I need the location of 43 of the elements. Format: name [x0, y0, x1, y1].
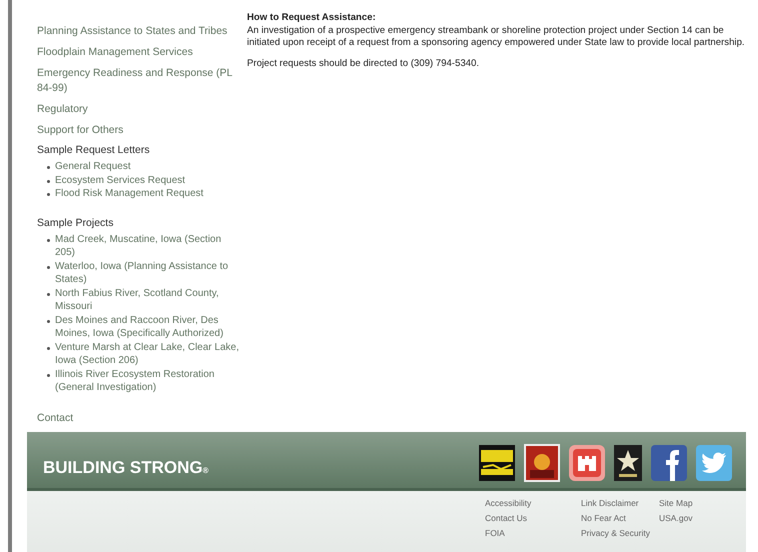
- footer-link[interactable]: Link Disclaimer: [581, 496, 659, 510]
- footer-link[interactable]: Privacy & Security: [581, 526, 659, 540]
- sidebar-link[interactable]: Floodplain Management Services: [37, 45, 239, 60]
- facebook-icon[interactable]: [651, 444, 687, 480]
- footer-link[interactable]: Accessibility: [485, 496, 581, 510]
- bullet-icon: [47, 346, 50, 350]
- brand-slogan: BUILDING STRONG®: [43, 458, 209, 478]
- bullet-icon: [47, 266, 50, 268]
- sidebar-link[interactable]: Regulatory: [37, 102, 239, 117]
- footer-link[interactable]: Site Map: [659, 496, 709, 510]
- bullet-icon: [47, 292, 50, 296]
- list-link[interactable]: North Fabius River, Scotland County, Missouri: [55, 286, 239, 314]
- bullet-icon: [47, 238, 50, 242]
- list-link[interactable]: General Request: [55, 160, 131, 174]
- bullet-icon: [47, 180, 50, 182]
- list-link[interactable]: Venture Marsh at Clear Lake, Clear Lake, Iowa (Section 206): [55, 340, 239, 368]
- list-link[interactable]: Illinois River Ecosystem Restoration (General Investigation): [55, 368, 239, 394]
- footer-link[interactable]: USA.gov: [659, 510, 709, 526]
- footer-link[interactable]: FOIA: [485, 526, 581, 540]
- bullet-icon: [47, 193, 50, 196]
- list-link[interactable]: Ecosystem Services Request: [55, 174, 186, 187]
- section-heading: How to Request Assistance:: [247, 12, 377, 24]
- paragraph: An investigation of a prospective emergency streambank or shoreline protection project under Section 14 can be initiated upon receipt of a request from a sponsoring agency empowered under State law to provide local partnership.: [247, 24, 746, 50]
- sidebar-link[interactable]: Emergency Readiness and Response (PL 84-99): [37, 66, 239, 96]
- section-heading: Sample Request Letters: [37, 144, 151, 156]
- bullet-icon: [47, 374, 50, 376]
- bullet-icon: [47, 166, 50, 169]
- bullet-icon: [47, 320, 50, 322]
- castle-icon[interactable]: [569, 444, 605, 480]
- list-link[interactable]: Flood Risk Management Request: [55, 187, 204, 200]
- section-heading: Sample Projects: [37, 216, 114, 228]
- sidebar-link[interactable]: Planning Assistance to States and Tribes: [37, 24, 239, 39]
- salute-icon[interactable]: [524, 444, 560, 482]
- footer-link[interactable]: Contact Us: [485, 510, 581, 526]
- list-link[interactable]: Waterloo, Iowa (Planning Assistance to States): [55, 260, 239, 286]
- list-link[interactable]: Des Moines and Raccoon River, Des Moines, Iowa (Specifically Authorized): [55, 314, 239, 340]
- sharp-logo-icon[interactable]: [479, 444, 515, 480]
- sidebar-link[interactable]: Support for Others: [37, 123, 239, 138]
- twitter-icon[interactable]: [696, 444, 732, 480]
- contact-link[interactable]: Contact: [37, 410, 239, 426]
- footer-link[interactable]: No Fear Act: [581, 510, 659, 526]
- paragraph: Project requests should be directed to (309) 794-5340.: [247, 58, 480, 70]
- list-link[interactable]: Mad Creek, Muscatine, Iowa (Section 205): [55, 232, 239, 260]
